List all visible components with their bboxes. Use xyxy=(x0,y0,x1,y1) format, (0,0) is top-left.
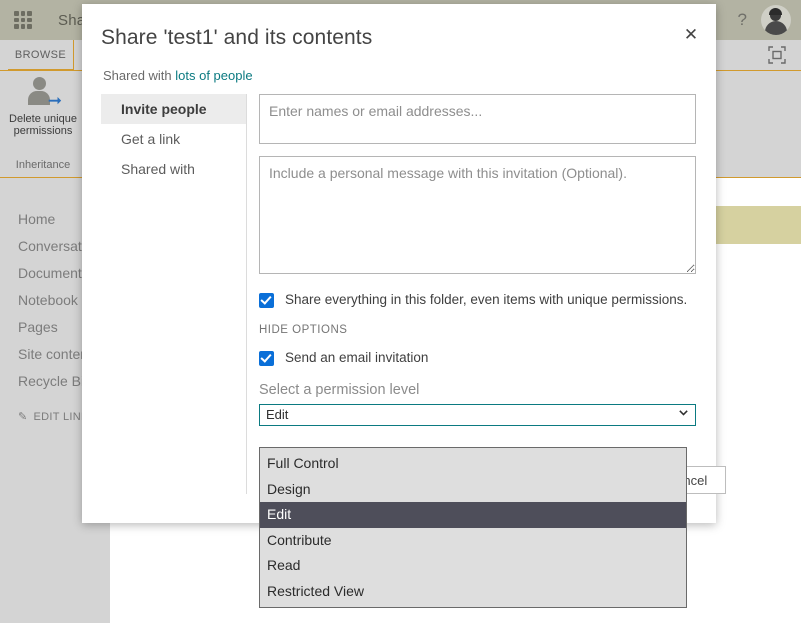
recipients-input[interactable] xyxy=(259,94,696,144)
delete-unique-permissions-button[interactable]: ➞ Delete unique permissions xyxy=(2,75,84,137)
app-launcher-icon[interactable] xyxy=(14,11,32,29)
invite-people-pane: Share everything in this folder, even it… xyxy=(259,94,699,426)
send-email-invitation-checkbox[interactable] xyxy=(259,351,274,366)
page-title: Share 'test1' and its contents xyxy=(101,26,373,49)
help-icon[interactable]: ? xyxy=(738,10,747,30)
send-email-invitation-label: Send an email invitation xyxy=(285,350,429,365)
share-everything-label: Share everything in this folder, even it… xyxy=(285,292,688,307)
focus-on-content-icon[interactable] xyxy=(767,45,787,65)
dropdown-option-edit[interactable]: Edit xyxy=(260,502,686,528)
permission-level-dropdown: Full Control Design Edit Contribute Read… xyxy=(259,447,687,608)
hide-options-toggle[interactable]: HIDE OPTIONS xyxy=(259,324,699,336)
avatar-hair xyxy=(769,8,782,15)
dialog-nav-get-a-link[interactable]: Get a link xyxy=(101,124,246,154)
share-dialog: Share 'test1' and its contents ✕ Shared … xyxy=(82,4,726,523)
dialog-navigation: Invite people Get a link Shared with xyxy=(101,94,247,494)
close-icon[interactable]: ✕ xyxy=(677,21,705,49)
ribbon-button-label-line1: Delete unique xyxy=(9,113,77,125)
ribbon-button-label-line2: permissions xyxy=(13,125,73,137)
avatar[interactable] xyxy=(761,5,791,35)
dropdown-option-read[interactable]: Read xyxy=(260,553,686,579)
shared-with-prefix: Shared with xyxy=(103,68,176,83)
dialog-nav-shared-with[interactable]: Shared with xyxy=(101,154,246,184)
dropdown-option-full-control[interactable]: Full Control xyxy=(260,451,686,477)
shared-with-summary: Shared with lots of people xyxy=(103,68,253,83)
dropdown-option-restricted-view[interactable]: Restricted View xyxy=(260,579,686,605)
permission-select-wrap: Edit xyxy=(259,404,696,426)
ribbon-group-label: Inheritance xyxy=(15,159,71,171)
tab-browse[interactable]: BROWSE xyxy=(8,40,74,70)
delete-unique-permissions-icon: ➞ xyxy=(25,77,62,111)
send-email-row: Send an email invitation xyxy=(259,350,699,366)
share-everything-row: Share everything in this folder, even it… xyxy=(259,292,699,308)
share-everything-checkbox[interactable] xyxy=(259,293,274,308)
dialog-nav-invite-people[interactable]: Invite people xyxy=(101,94,246,124)
dropdown-option-contribute[interactable]: Contribute xyxy=(260,528,686,554)
suite-bar-actions: ? xyxy=(738,0,801,40)
shared-with-people-link[interactable]: lots of people xyxy=(175,68,252,83)
permission-level-label: Select a permission level xyxy=(259,382,420,398)
personal-message-input[interactable] xyxy=(259,156,696,274)
permission-level-select[interactable]: Edit xyxy=(259,404,696,426)
dropdown-option-design[interactable]: Design xyxy=(260,477,686,503)
pencil-icon: ✎ xyxy=(18,411,28,423)
avatar-body xyxy=(765,21,787,35)
